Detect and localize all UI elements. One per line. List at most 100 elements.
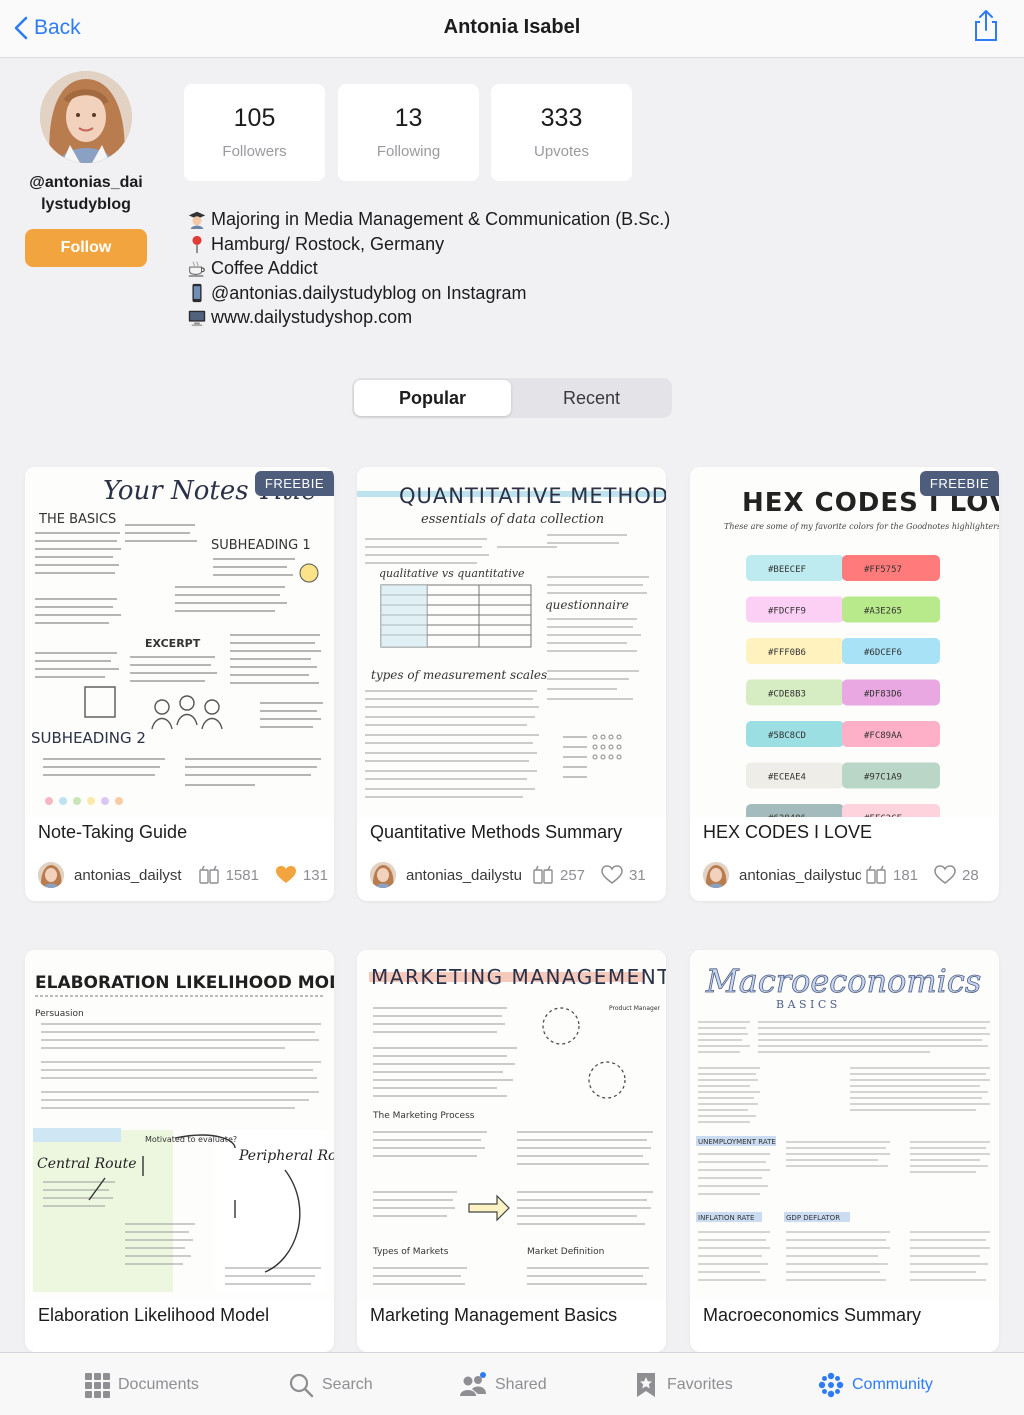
upvotes-label: Upvotes (533, 143, 590, 160)
thumb-sub: GDP DEFLATOR (786, 1214, 840, 1222)
bio-line: Majoring in Media Management & Communica… (186, 207, 746, 232)
segment-recent[interactable]: Recent (513, 380, 670, 416)
tab-favorites[interactable]: Favorites (633, 1371, 733, 1399)
follow-button[interactable]: Follow (25, 229, 147, 267)
notes-thumbnail-image: QUANTITATIVE METHODS essentials of data … (357, 467, 666, 817)
bottom-tab-bar: Documents Search Shared Favorites Commun… (0, 1352, 1024, 1415)
swatch-label: #BEECEF (768, 565, 806, 575)
bio-text: Majoring in Media Management & Communica… (211, 209, 671, 229)
user-handle: @antonias_dai lystudyblog (16, 172, 156, 216)
swatch-label: #FC89AA (864, 731, 903, 741)
bio-line: Coffee Addict (186, 256, 746, 281)
freebie-badge: FREEBIE (254, 471, 334, 496)
likes-count: 31 (629, 866, 646, 884)
stat-followers[interactable]: 105 Followers (184, 84, 325, 181)
upvotes-count: 333 (540, 104, 583, 132)
likes-count: 131 (302, 866, 328, 884)
card-thumbnail: HEX CODES I LOVE These are some of my fa… (690, 467, 999, 817)
notes-thumbnail-image: MARKETING MANAGEMENT Product Manager The… (357, 950, 666, 1300)
thumb-sub: SUBHEADING 2 (31, 729, 146, 747)
stat-upvotes[interactable]: 333 Upvotes (491, 84, 632, 181)
tab-label: Favorites (667, 1376, 733, 1393)
thumb-sub: UNEMPLOYMENT RATE (698, 1138, 776, 1146)
heart-outline-icon[interactable] (934, 865, 956, 885)
card-meta: antonias_dailystu 257 31 (370, 862, 660, 888)
tab-shared[interactable]: Shared (459, 1371, 547, 1399)
document-card[interactable]: Your Notes Title THE BASICS SUBHEADING 1… (25, 467, 334, 901)
document-card[interactable]: ELABORATION LIKELIHOOD MODEL Persuasion … (25, 950, 334, 1352)
tab-label: Search (322, 1376, 373, 1393)
thumb-sub: types of measurement scales (371, 668, 547, 682)
thumb-sub: Product Manager (609, 1005, 661, 1012)
views-icon (865, 865, 887, 885)
thumb-sub: Peripheral Route (238, 1148, 334, 1164)
author-avatar[interactable] (703, 862, 729, 888)
thumb-sub: questionnaire (545, 598, 629, 612)
swatch-label: #FFC2CF (864, 814, 902, 817)
bookmark-star-icon (637, 1373, 655, 1397)
card-title: Marketing Management Basics (370, 1305, 618, 1325)
share-icon[interactable] (972, 9, 1000, 43)
views-icon (198, 865, 220, 885)
page-title: Antonia Isabel (443, 16, 581, 38)
document-card[interactable]: MARKETING MANAGEMENT Product Manager The… (357, 950, 666, 1352)
thumb-sub: Motivated to evaluate? (145, 1135, 237, 1144)
tab-label: Documents (118, 1376, 199, 1393)
bio-text: Coffee Addict (211, 258, 318, 279)
pin-emoji-icon (186, 233, 208, 255)
bio-line: www.dailystudyshop.com (186, 305, 746, 330)
swatch-label: #DF83D6 (864, 690, 902, 700)
document-card[interactable]: Macroeconomics B A S I C S UNEMPLOYMENT … (690, 950, 999, 1352)
handle-line-1: @antonias_dai (29, 174, 143, 191)
thumb-heading: QUANTITATIVE METHODS (399, 484, 666, 508)
avatar[interactable] (40, 71, 132, 163)
thumb-sub: SUBHEADING 1 (211, 538, 311, 553)
community-icon (818, 1372, 844, 1398)
views-icon (532, 865, 554, 885)
author-avatar[interactable] (370, 862, 396, 888)
followers-label: Followers (222, 143, 287, 160)
tab-documents[interactable]: Documents (84, 1371, 199, 1399)
segment-popular[interactable]: Popular (354, 380, 511, 416)
heart-filled-icon[interactable] (275, 865, 297, 885)
heart-outline-icon[interactable] (601, 865, 623, 885)
swatch-label: #97C1A9 (864, 773, 902, 783)
tab-label: Community (852, 1376, 933, 1393)
likes-count: 28 (962, 866, 979, 884)
card-title: Note-Taking Guide (38, 822, 188, 842)
card-thumbnail: Your Notes Title THE BASICS SUBHEADING 1… (25, 467, 334, 817)
student-emoji-icon (186, 208, 208, 230)
author-name[interactable]: antonias_dailystud (739, 867, 861, 884)
following-label: Following (376, 143, 441, 160)
document-card[interactable]: HEX CODES I LOVE These are some of my fa… (690, 467, 999, 901)
card-thumbnail: ELABORATION LIKELIHOOD MODEL Persuasion … (25, 950, 334, 1300)
author-avatar[interactable] (38, 862, 64, 888)
document-card[interactable]: QUANTITATIVE METHODS essentials of data … (357, 467, 666, 901)
swatch-label: #FFF0B6 (768, 648, 806, 658)
card-thumbnail: MARKETING MANAGEMENT Product Manager The… (357, 950, 666, 1300)
swatch-label: #FF5757 (864, 565, 902, 575)
handle-line-2: lystudyblog (41, 196, 131, 213)
card-thumbnail: Macroeconomics B A S I C S UNEMPLOYMENT … (690, 950, 999, 1300)
thumb-sub: EXCERPT (145, 637, 201, 650)
swatch-label: #CDE8B3 (768, 690, 806, 700)
people-icon (460, 1372, 486, 1396)
card-title: HEX CODES I LOVE (703, 822, 873, 842)
author-name[interactable]: antonias_dailystu (406, 867, 528, 884)
bio-text: @antonias.dailystudyblog on Instagram (211, 282, 527, 303)
following-count: 13 (394, 104, 423, 132)
stat-following[interactable]: 13 Following (338, 84, 479, 181)
phone-emoji-icon (186, 282, 208, 304)
swatch-label: #5BC8CD (768, 731, 806, 741)
tab-search[interactable]: Search (288, 1371, 373, 1399)
notes-thumbnail-image: Your Notes Title THE BASICS SUBHEADING 1… (25, 467, 334, 817)
followers-count: 105 (233, 104, 276, 132)
tab-community[interactable]: Community (818, 1371, 933, 1399)
bio-line: Hamburg/ Rostock, Germany (186, 232, 746, 257)
card-title: Elaboration Likelihood Model (38, 1305, 270, 1325)
author-name[interactable]: antonias_dailyst (74, 867, 194, 884)
thumb-sub: Market Definition (527, 1247, 604, 1257)
profile-header: @antonias_dai lystudyblog Follow 105 Fol… (0, 58, 1024, 458)
notes-thumbnail-image: ELABORATION LIKELIHOOD MODEL Persuasion … (25, 950, 334, 1300)
bio-line: @antonias.dailystudyblog on Instagram (186, 281, 746, 306)
